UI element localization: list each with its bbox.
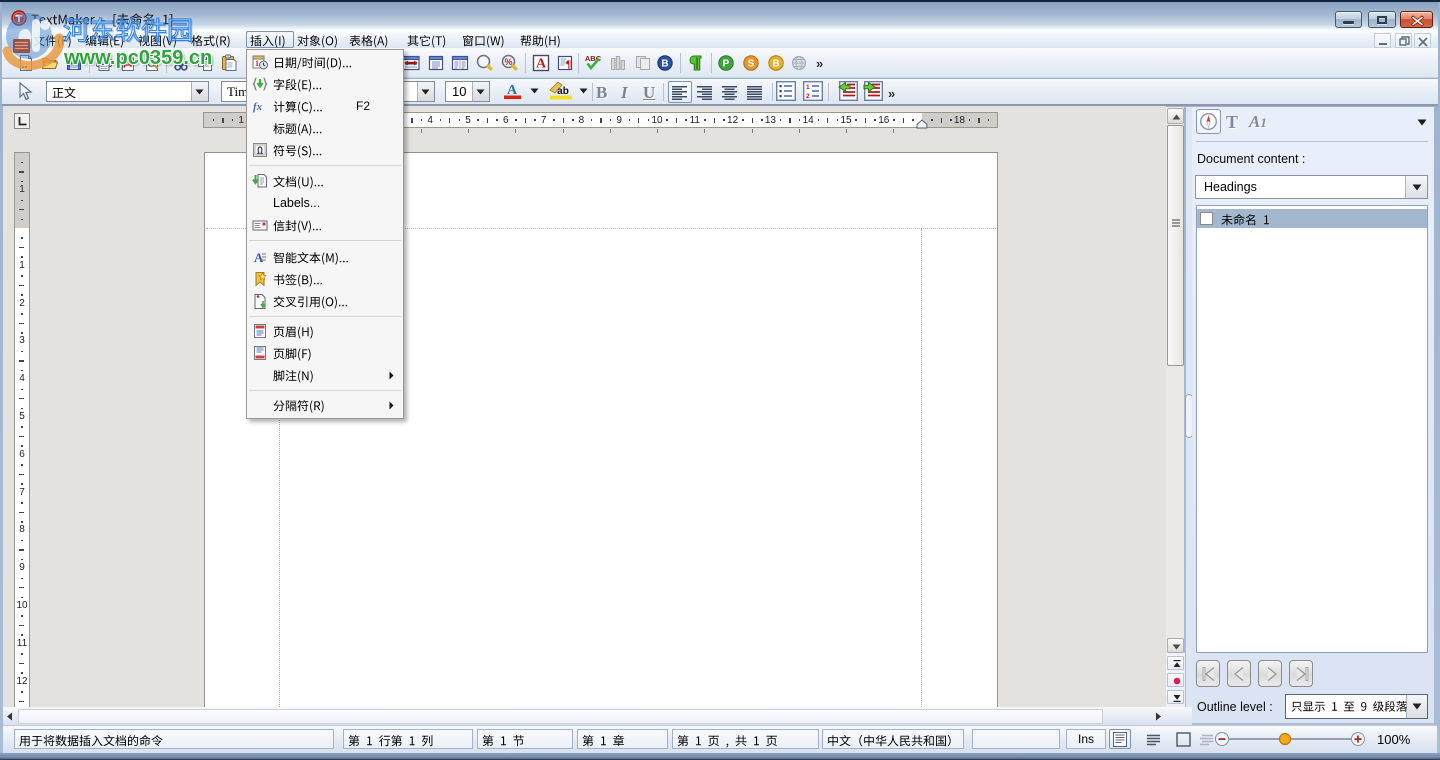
svg-text:P: P [723,59,730,70]
svg-text:%: % [504,57,512,67]
svg-text:1: 1 [255,59,259,68]
svg-text:1: 1 [806,84,810,91]
svg-text:¶: ¶ [566,60,571,71]
svg-text:B: B [661,59,668,70]
svg-text:A: A [536,57,547,72]
svg-text:ab: ab [557,86,569,97]
svg-text:S: S [748,59,755,70]
svg-text:ABC: ABC [585,54,602,63]
svg-text:2: 2 [806,93,810,100]
svg-text:B: B [772,59,779,70]
svg-text:fx: fx [253,101,263,113]
